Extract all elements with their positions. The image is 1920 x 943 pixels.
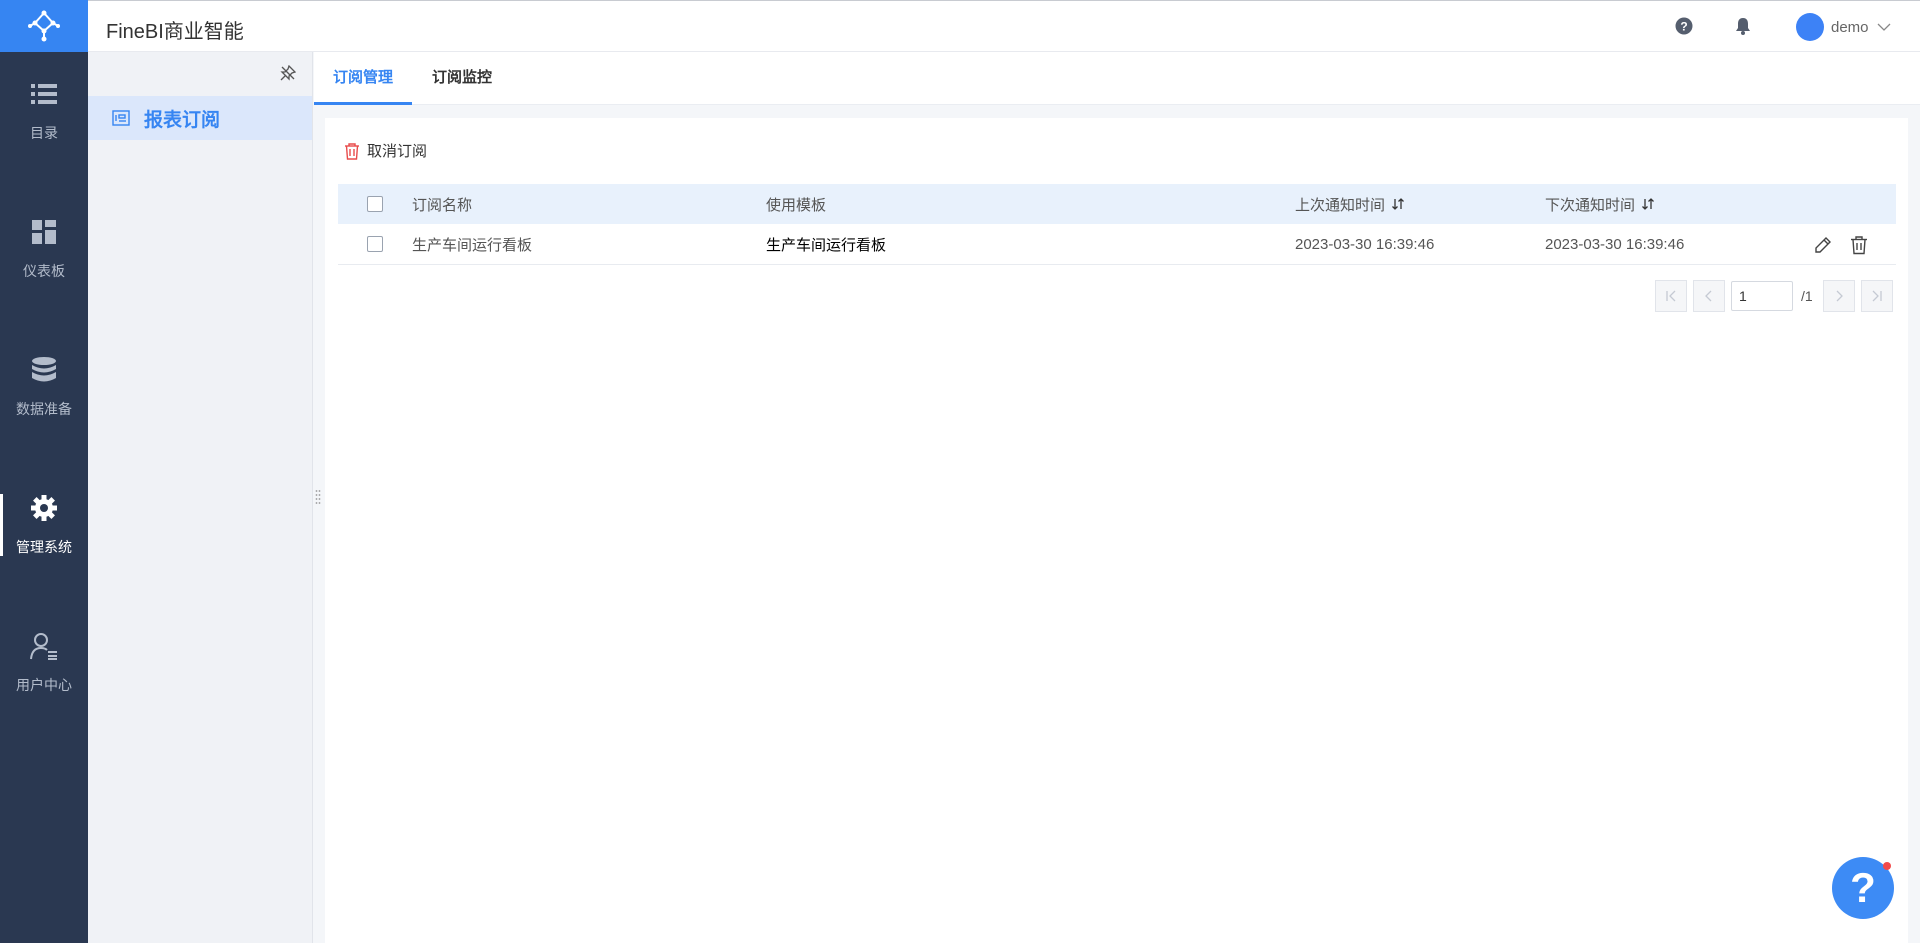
row-checkbox-cell <box>367 224 383 264</box>
select-all-checkbox[interactable] <box>367 196 383 212</box>
left-nav: 目录 仪表板 数据准备 管理系统 用户中心 <box>0 0 88 943</box>
nav-label: 管理系统 <box>16 539 72 555</box>
app-title: FineBI商业智能 <box>106 21 244 43</box>
column-header-last-notify[interactable]: 上次通知时间 <box>1295 184 1405 224</box>
nav-item-catalog[interactable]: 目录 <box>0 56 88 166</box>
database-icon <box>29 355 59 385</box>
column-header-template: 使用模板 <box>766 196 827 214</box>
pagination: /1 <box>1655 280 1899 312</box>
sidebar-item-report-subscription[interactable]: 报表订阅 <box>88 96 312 140</box>
secondary-sidebar: 报表订阅 <box>88 52 313 943</box>
table-header: 订阅名称 使用模板 上次通知时间 下次通知时间 <box>338 184 1896 224</box>
first-page-button[interactable] <box>1655 280 1687 312</box>
svg-text:?: ? <box>1680 20 1687 34</box>
row-checkbox[interactable] <box>367 236 383 252</box>
logo-icon <box>28 10 60 42</box>
last-notify-time: 2023-03-30 16:39:46 <box>1295 235 1435 253</box>
help-icon[interactable]: ? <box>1674 16 1694 36</box>
subscription-name: 生产车间运行看板 <box>412 236 533 254</box>
notification-dot <box>1883 862 1891 870</box>
edit-icon[interactable] <box>1813 235 1833 255</box>
column-header-label: 上次通知时间 <box>1295 196 1386 214</box>
content-panel: 取消订阅 订阅名称 使用模板 上次通知时间 下次通知时间 生产车间运行看板 生产… <box>325 118 1908 943</box>
nav-label: 用户中心 <box>16 677 72 693</box>
resize-handle[interactable] <box>315 488 321 508</box>
user-icon <box>29 631 59 661</box>
user-menu[interactable]: demo <box>1796 13 1891 41</box>
prev-page-button[interactable] <box>1693 280 1725 312</box>
tab-bar: 订阅管理 订阅监控 <box>314 52 1920 105</box>
chevron-down-icon <box>1877 23 1890 31</box>
report-icon <box>112 110 130 126</box>
question-mark-icon: ? <box>1850 864 1876 911</box>
table-row[interactable]: 生产车间运行看板 生产车间运行看板 2023-03-30 16:39:46 20… <box>338 224 1896 265</box>
sidebar-item-label: 报表订阅 <box>144 109 221 131</box>
dashboard-icon <box>29 217 59 247</box>
sort-icon[interactable] <box>1391 197 1405 211</box>
template-name: 生产车间运行看板 <box>766 236 887 254</box>
list-icon <box>29 79 59 109</box>
subscription-table: 订阅名称 使用模板 上次通知时间 下次通知时间 生产车间运行看板 生产车间运行看… <box>338 184 1896 265</box>
chevron-right-icon <box>1836 290 1843 302</box>
nav-label: 仪表板 <box>23 263 65 279</box>
column-header-label: 下次通知时间 <box>1545 196 1636 214</box>
top-header: FineBI商业智能 ? demo <box>88 0 1920 52</box>
column-header-next-notify[interactable]: 下次通知时间 <box>1545 184 1655 224</box>
floating-help-button[interactable]: ? <box>1832 857 1894 919</box>
chevron-left-icon <box>1705 290 1712 302</box>
delete-icon[interactable] <box>1849 235 1869 255</box>
page-number-input[interactable] <box>1731 281 1793 311</box>
first-page-icon <box>1666 290 1676 302</box>
pin-icon[interactable] <box>280 65 296 81</box>
nav-label: 数据准备 <box>16 401 72 417</box>
cancel-subscription-label: 取消订阅 <box>367 143 428 160</box>
nav-label: 目录 <box>30 125 58 141</box>
app-logo[interactable] <box>0 0 88 52</box>
user-name: demo <box>1831 18 1869 36</box>
bell-icon[interactable] <box>1733 16 1753 36</box>
tab-subscription-monitor[interactable]: 订阅监控 <box>413 52 511 105</box>
last-page-button[interactable] <box>1860 280 1893 312</box>
avatar <box>1796 13 1824 41</box>
nav-item-data-prep[interactable]: 数据准备 <box>0 332 88 442</box>
column-header-name: 订阅名称 <box>412 196 473 214</box>
nav-item-admin[interactable]: 管理系统 <box>0 470 88 580</box>
page-total: /1 <box>1801 288 1813 304</box>
sort-icon[interactable] <box>1641 197 1655 211</box>
next-notify-time: 2023-03-30 16:39:46 <box>1545 235 1685 253</box>
next-page-button[interactable] <box>1822 280 1855 312</box>
tab-subscription-management[interactable]: 订阅管理 <box>314 52 413 105</box>
nav-item-dashboard[interactable]: 仪表板 <box>0 194 88 304</box>
cancel-subscription-button[interactable]: 取消订阅 <box>343 140 427 161</box>
nav-item-user-center[interactable]: 用户中心 <box>0 608 88 718</box>
last-page-icon <box>1872 290 1882 302</box>
select-all-checkbox-cell <box>367 184 383 224</box>
gear-icon <box>29 493 59 523</box>
trash-icon <box>345 142 359 160</box>
